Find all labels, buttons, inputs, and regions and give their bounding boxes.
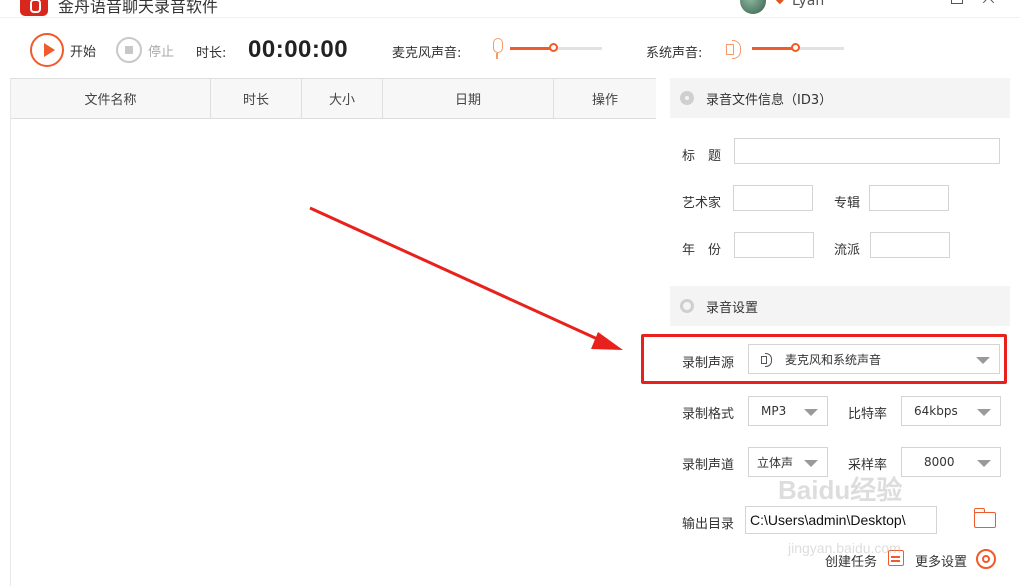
stop-icon — [116, 37, 142, 63]
minimize-icon[interactable] — [884, 0, 898, 6]
chevron-down-icon — [977, 460, 991, 467]
samplerate-value: 8000 — [924, 455, 955, 469]
table-body — [11, 119, 656, 579]
format-value: MP3 — [761, 404, 787, 418]
title-field[interactable] — [734, 138, 1000, 164]
settings-section-title: 录音设置 — [706, 300, 759, 316]
samplerate-select[interactable]: 8000 — [901, 447, 1001, 477]
year-field[interactable] — [734, 232, 814, 258]
column-header-date[interactable]: 日期 — [383, 79, 554, 118]
id3-section-header: 录音文件信息（ID3） — [670, 78, 1010, 118]
table-header: 文件名称 时长 大小 日期 操作 — [11, 79, 656, 119]
title-field-label: 标 题 — [682, 149, 722, 164]
format-label: 录制格式 — [682, 407, 735, 422]
system-volume-slider[interactable] — [752, 43, 844, 52]
watermark-logo: Baidu经验 — [778, 475, 903, 505]
user-name[interactable]: Lyan — [792, 0, 824, 9]
channel-label: 录制声道 — [682, 458, 735, 473]
column-header-size[interactable]: 大小 — [302, 79, 383, 118]
mic-volume-slider[interactable] — [510, 43, 602, 52]
artist-field[interactable] — [733, 185, 813, 211]
start-label: 开始 — [70, 44, 97, 60]
year-field-label: 年 份 — [682, 243, 722, 258]
column-header-filename[interactable]: 文件名称 — [11, 79, 211, 118]
id3-section-title: 录音文件信息（ID3） — [706, 92, 833, 108]
recording-toolbar: 开始 停止 时长: 00:00:00 麦克风声音: 系统声音: — [10, 20, 1010, 78]
vip-badge-icon: ◆ — [776, 0, 784, 6]
speaker-icon[interactable] — [726, 39, 746, 59]
genre-field[interactable] — [870, 232, 950, 258]
outdir-label: 输出目录 — [682, 517, 735, 532]
format-select[interactable]: MP3 — [748, 396, 828, 426]
disc-icon — [680, 91, 694, 105]
system-volume-label: 系统声音: — [646, 46, 703, 61]
settings-panel: 录音文件信息（ID3） 标 题 艺术家 专辑 年 份 流派 录音设置 录制声源 … — [670, 78, 1010, 586]
app-logo-icon — [20, 0, 48, 16]
mic-volume-label: 麦克风声音: — [392, 46, 462, 61]
microphone-icon[interactable] — [490, 38, 504, 60]
channel-value: 立体声 — [757, 455, 794, 470]
highlight-box — [641, 334, 1007, 384]
mic-volume-fill — [510, 47, 554, 50]
title-bar: 金舟语音聊天录音软件 ◆ Lyan — [0, 0, 1020, 18]
stop-label: 停止 — [148, 44, 175, 60]
column-header-actions[interactable]: 操作 — [554, 79, 656, 118]
duration-label: 时长: — [196, 46, 227, 61]
maximize-icon[interactable] — [950, 0, 964, 6]
bitrate-value: 64kbps — [914, 404, 958, 418]
chevron-down-icon — [804, 409, 818, 416]
user-avatar[interactable] — [740, 0, 766, 14]
app-title: 金舟语音聊天录音软件 — [58, 0, 219, 16]
gear-icon — [680, 299, 694, 313]
start-button[interactable]: 开始 — [30, 32, 96, 68]
album-field-label: 专辑 — [834, 196, 861, 211]
system-volume-fill — [752, 47, 796, 50]
system-volume-knob[interactable] — [791, 43, 800, 52]
settings-icon[interactable] — [976, 549, 996, 569]
mic-volume-knob[interactable] — [549, 43, 558, 52]
play-icon — [30, 33, 64, 67]
settings-section-header: 录音设置 — [670, 286, 1010, 326]
more-settings-link[interactable]: 更多设置 — [915, 551, 967, 570]
folder-icon[interactable] — [973, 508, 996, 528]
genre-field-label: 流派 — [834, 243, 861, 258]
bitrate-label: 比特率 — [848, 407, 888, 422]
bitrate-select[interactable]: 64kbps — [901, 396, 1001, 426]
stop-button[interactable]: 停止 — [116, 36, 174, 64]
outdir-field[interactable]: C:\Users\admin\Desktop\ — [745, 506, 937, 534]
watermark-url: jingyan.baidu.com — [788, 540, 901, 556]
close-icon[interactable] — [982, 0, 996, 6]
album-field[interactable] — [869, 185, 949, 211]
duration-value: 00:00:00 — [248, 36, 349, 63]
chevron-down-icon — [977, 409, 991, 416]
chevron-down-icon — [804, 460, 818, 467]
column-header-duration[interactable]: 时长 — [211, 79, 302, 118]
file-table: 文件名称 时长 大小 日期 操作 — [10, 78, 656, 586]
artist-field-label: 艺术家 — [682, 196, 722, 211]
